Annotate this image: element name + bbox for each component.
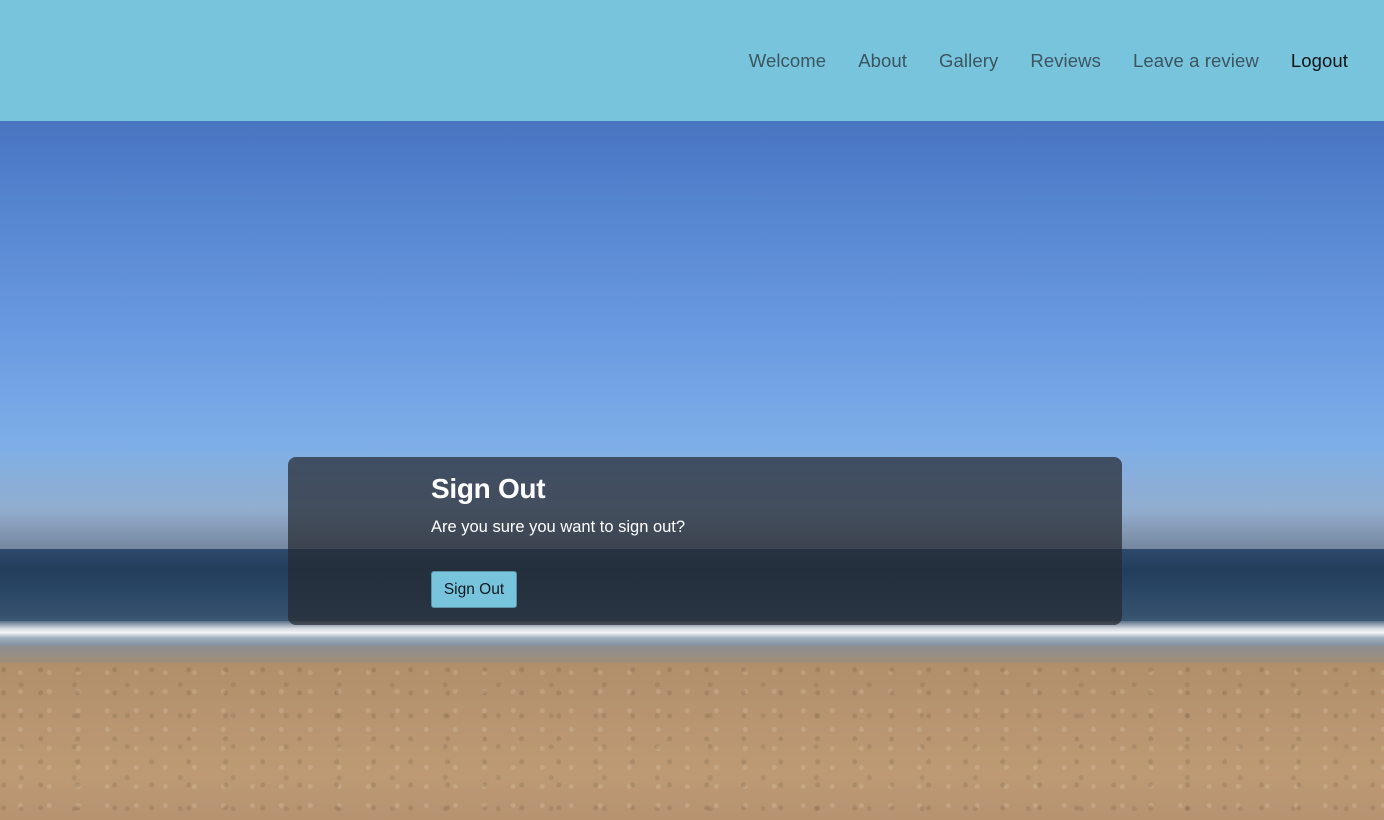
nav-link-reviews[interactable]: Reviews xyxy=(1030,50,1101,72)
nav-link-welcome[interactable]: Welcome xyxy=(749,50,826,72)
signout-message: Are you sure you want to sign out? xyxy=(431,518,686,536)
nav-links: Welcome About Gallery Reviews Leave a re… xyxy=(717,0,1348,121)
nav-link-leave-a-review[interactable]: Leave a review xyxy=(1133,50,1259,72)
nav-link-gallery[interactable]: Gallery xyxy=(939,50,998,72)
nav-link-logout[interactable]: Logout xyxy=(1291,50,1348,72)
background-wet-sand xyxy=(0,645,1384,665)
hero-background: Sign Out Are you sure you want to sign o… xyxy=(0,121,1384,820)
background-sand-texture xyxy=(0,663,1384,820)
sign-out-button[interactable]: Sign Out xyxy=(431,571,517,608)
signout-title: Sign Out xyxy=(431,473,546,504)
page: Welcome About Gallery Reviews Leave a re… xyxy=(0,0,1384,820)
navbar: Welcome About Gallery Reviews Leave a re… xyxy=(0,0,1384,121)
signout-panel: Sign Out Are you sure you want to sign o… xyxy=(288,457,1122,625)
nav-link-about[interactable]: About xyxy=(858,50,907,72)
